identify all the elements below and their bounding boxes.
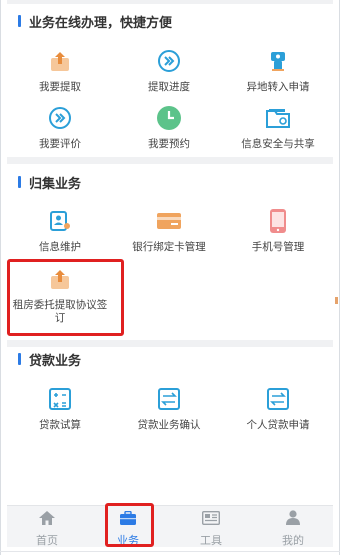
section-bar xyxy=(18,15,21,27)
item-bank-card[interactable]: 银行绑定卡管理 xyxy=(115,208,223,254)
item-label: 提取进度 xyxy=(148,81,190,93)
item-label: 贷款业务确认 xyxy=(137,419,201,431)
section-divider xyxy=(7,157,333,164)
user-icon xyxy=(286,510,300,529)
business-tab-highlight-box xyxy=(105,503,154,547)
item-appointment[interactable]: 我要预约 xyxy=(115,105,223,151)
tab-tools[interactable]: 工具 xyxy=(181,510,241,548)
item-label: 个人贷款申请 xyxy=(246,419,310,431)
item-label: 异地转入申请 xyxy=(246,81,310,93)
clock-icon xyxy=(156,105,182,131)
exchange-icon xyxy=(265,386,291,412)
chevrons-right-icon xyxy=(156,48,182,74)
upload-icon xyxy=(47,48,73,74)
rental-highlight-box xyxy=(7,259,124,336)
item-evaluate[interactable]: 我要评价 xyxy=(6,105,114,151)
section-title-text: 业务在线办理，快捷方便 xyxy=(29,15,173,31)
bottom-border xyxy=(0,551,340,552)
item-loan-apply[interactable]: 个人贷款申请 xyxy=(224,386,332,432)
id-card-icon xyxy=(47,208,73,234)
item-label: 信息维护 xyxy=(39,241,81,253)
item-label: 贷款试算 xyxy=(39,419,81,431)
side-marker xyxy=(335,297,338,304)
transfer-icon xyxy=(265,48,291,74)
tab-label: 我的 xyxy=(282,534,304,547)
item-label: 银行绑定卡管理 xyxy=(132,241,206,253)
section-divider xyxy=(7,340,333,347)
section-bar xyxy=(18,353,21,365)
folder-lock-icon xyxy=(265,105,291,131)
item-label: 我要提取 xyxy=(39,81,81,93)
item-label: 手机号管理 xyxy=(251,241,305,253)
chevrons-right-icon xyxy=(47,105,73,131)
item-transfer-in[interactable]: 异地转入申请 xyxy=(224,48,332,94)
section-title-collection: 归集业务 xyxy=(18,173,82,192)
tab-label: 首页 xyxy=(36,534,58,547)
home-icon xyxy=(39,510,55,529)
bottom-tab-bar: 首页 业务 工具 我的 xyxy=(7,505,333,547)
tab-home[interactable]: 首页 xyxy=(17,510,77,548)
item-loan-confirm[interactable]: 贷款业务确认 xyxy=(115,386,223,432)
item-label: 我要预约 xyxy=(148,138,190,150)
section-title-loan: 贷款业务 xyxy=(18,350,82,369)
item-loan-calc[interactable]: 贷款试算 xyxy=(6,386,114,432)
item-label: 我要评价 xyxy=(39,138,81,150)
top-band xyxy=(7,0,333,4)
phone-icon xyxy=(265,208,291,234)
section-title-online: 业务在线办理，快捷方便 xyxy=(18,12,173,31)
item-label: 信息安全与共享 xyxy=(241,138,315,150)
section-title-text: 贷款业务 xyxy=(29,353,82,369)
bank-card-icon xyxy=(156,208,182,234)
item-withdraw[interactable]: 我要提取 xyxy=(6,48,114,94)
item-withdraw-progress[interactable]: 提取进度 xyxy=(115,48,223,94)
item-phone-manage[interactable]: 手机号管理 xyxy=(224,208,332,254)
section-bar xyxy=(18,176,21,188)
calculator-icon xyxy=(47,386,73,412)
item-info-maintain[interactable]: 信息维护 xyxy=(6,208,114,254)
section-title-text: 归集业务 xyxy=(29,176,82,192)
newspaper-icon xyxy=(201,510,221,529)
tab-label: 工具 xyxy=(200,534,222,547)
tab-mine[interactable]: 我的 xyxy=(263,510,323,548)
exchange-icon xyxy=(156,386,182,412)
item-info-security[interactable]: 信息安全与共享 xyxy=(224,105,332,151)
